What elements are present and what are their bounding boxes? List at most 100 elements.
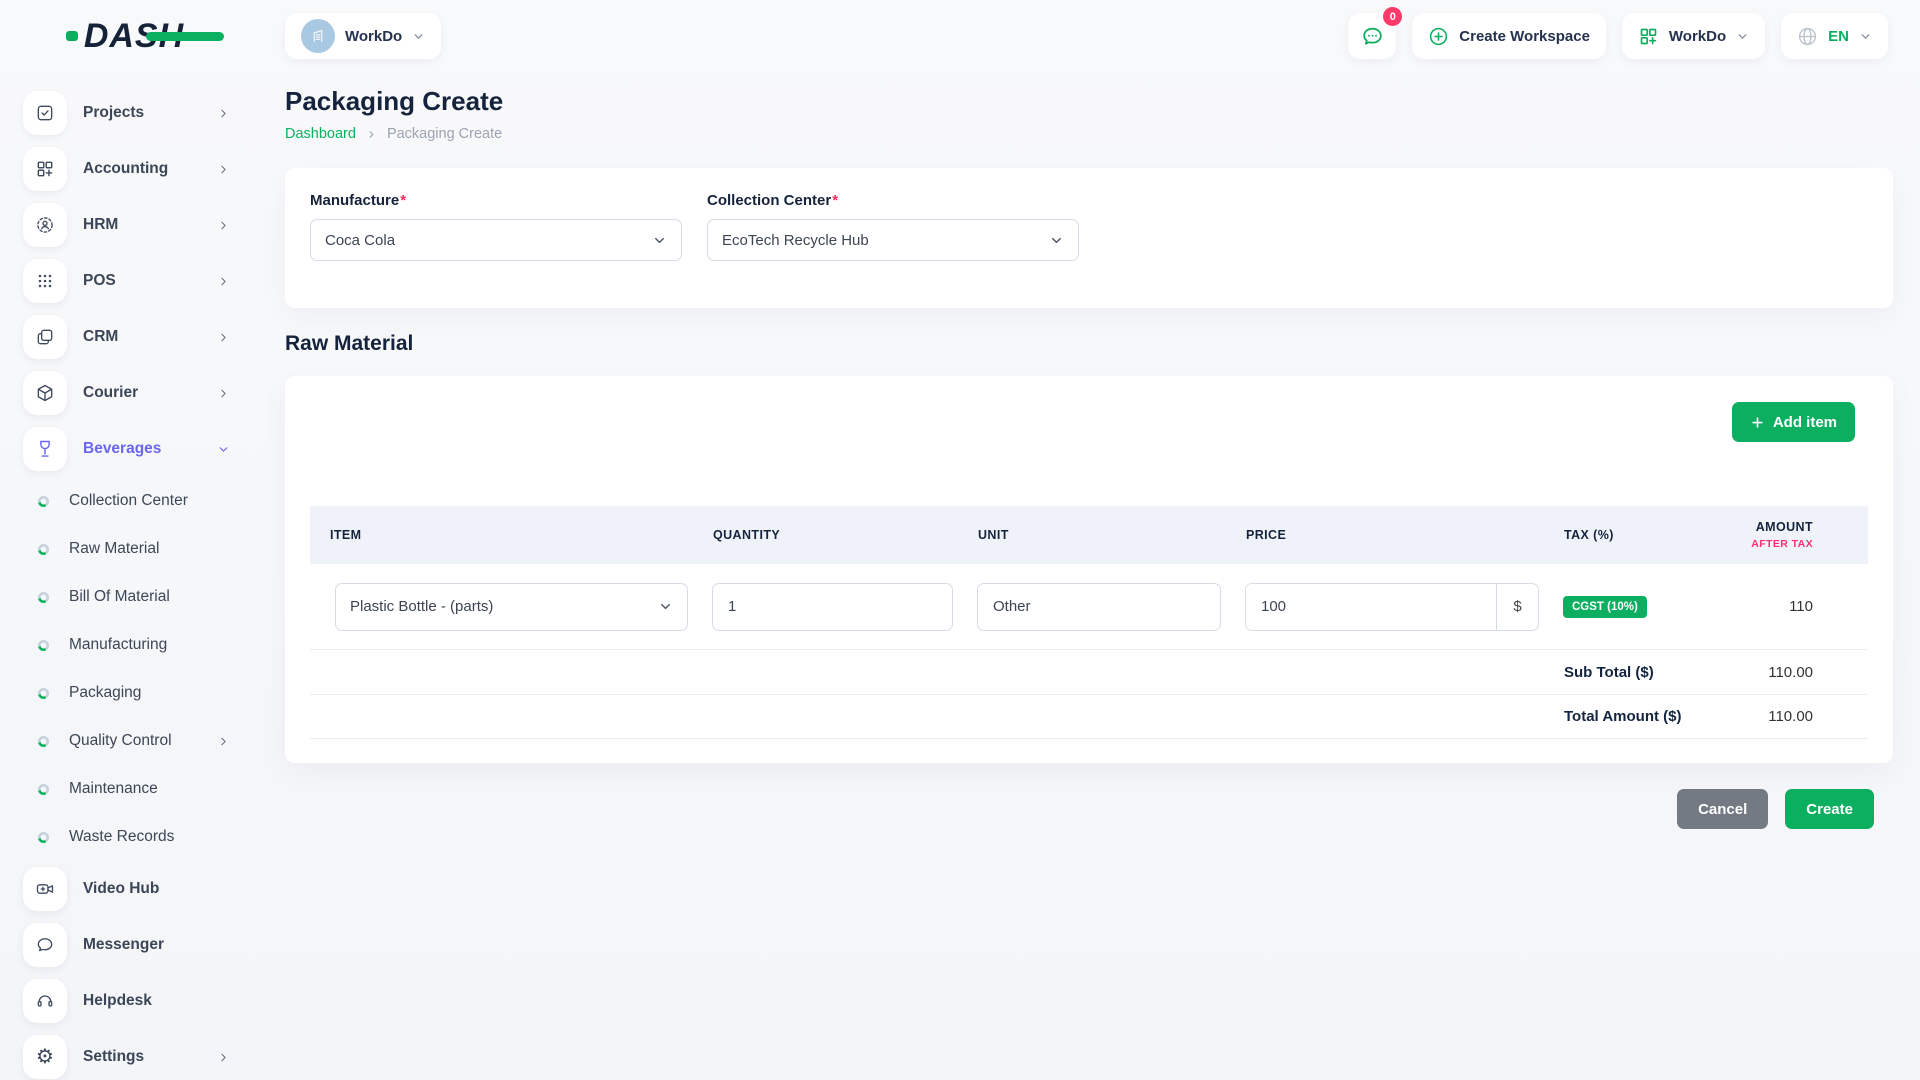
grid-plus-icon [1638, 26, 1659, 47]
language-code: EN [1828, 28, 1849, 45]
total-amount-value: 110.00 [1711, 708, 1868, 725]
collection-center-select[interactable]: EcoTech Recycle Hub [707, 219, 1079, 261]
workspace-switcher[interactable]: WorkDo [285, 13, 441, 59]
app-menu-button[interactable]: WorkDo [1622, 13, 1765, 59]
collection-center-field: Collection Center* EcoTech Recycle Hub [707, 192, 1079, 284]
brand-logo[interactable]: DASH [0, 17, 250, 56]
accounting-tile [23, 147, 67, 191]
chevron-right-icon [217, 219, 230, 232]
accounting-icon [35, 159, 55, 179]
tax-badge: CGST (10%) [1563, 596, 1647, 618]
sidebar-subitem-maintenance[interactable]: Maintenance [0, 765, 250, 813]
globe-icon [1797, 26, 1818, 47]
sidebar-item-settings[interactable]: ⚙ Settings [0, 1029, 250, 1080]
sidebar-subitem-manufacturing[interactable]: Manufacturing [0, 621, 250, 669]
video-hub-tile [23, 867, 67, 911]
chevron-down-icon [412, 30, 425, 43]
sidebar-subitem-label: Maintenance [69, 780, 230, 798]
messages-button[interactable]: 0 [1348, 13, 1396, 59]
sidebar-subitem-bill-of-material[interactable]: Bill Of Material [0, 573, 250, 621]
logo-bar [146, 32, 224, 41]
gear-icon: ⚙ [36, 1047, 54, 1067]
collection-center-select-value: EcoTech Recycle Hub [722, 232, 1049, 249]
sidebar-item-label: Projects [83, 104, 201, 122]
building-icon [309, 27, 327, 45]
sidebar-subitem-label: Waste Records [69, 828, 230, 846]
sidebar-item-helpdesk[interactable]: Helpdesk [0, 973, 250, 1029]
helpdesk-tile [23, 979, 67, 1023]
plus-circle-icon [1428, 26, 1449, 47]
sidebar-item-label: POS [83, 272, 201, 290]
main-content: Packaging Create Dashboard Packaging Cre… [250, 72, 1920, 1080]
chevron-down-icon [217, 443, 230, 456]
required-marker: * [400, 192, 406, 209]
chevron-down-icon [1736, 30, 1749, 43]
manufacture-label: Manufacture* [310, 192, 682, 209]
sidebar-item-label: Beverages [83, 440, 201, 458]
packaging-form-card: Manufacture* Coca Cola Collection Center… [285, 168, 1893, 308]
video-camera-icon [35, 879, 55, 899]
sidebar-item-projects[interactable]: Projects [0, 85, 250, 141]
sidebar-item-video-hub[interactable]: Video Hub [0, 861, 250, 917]
sidebar-subitem-label: Packaging [69, 684, 230, 702]
manufacture-select-value: Coca Cola [325, 232, 652, 249]
sidebar-subitem-packaging[interactable]: Packaging [0, 669, 250, 717]
sidebar-item-courier[interactable]: Courier [0, 365, 250, 421]
pos-icon [35, 271, 55, 291]
chevron-down-icon [652, 233, 667, 248]
breadcrumb-current: Packaging Create [387, 126, 502, 142]
crm-icon [35, 327, 55, 347]
price-input-group: $ [1245, 583, 1539, 631]
app-menu-label: WorkDo [1669, 28, 1726, 45]
amount-value: 110 [1711, 598, 1868, 615]
hrm-icon [35, 215, 55, 235]
chevron-right-icon [217, 331, 230, 344]
sidebar-item-label: Helpdesk [83, 992, 230, 1010]
sub-total-row: Sub Total ($) 110.00 [310, 649, 1868, 694]
price-input[interactable] [1246, 584, 1496, 630]
breadcrumb-dashboard-link[interactable]: Dashboard [285, 126, 356, 142]
create-button[interactable]: Create [1785, 789, 1874, 829]
brand-logo-wrap: DASH [66, 17, 184, 56]
cancel-button[interactable]: Cancel [1677, 789, 1768, 829]
sidebar-subitem-label: Collection Center [69, 492, 230, 510]
sidebar-item-label: CRM [83, 328, 201, 346]
unit-input[interactable] [977, 583, 1221, 631]
col-header-amount: AMOUNT AFTER TAX [1711, 520, 1868, 550]
logo-dot [66, 31, 78, 41]
sidebar-item-beverages[interactable]: Beverages [0, 421, 250, 477]
sidebar-item-messenger[interactable]: Messenger [0, 917, 250, 973]
settings-tile: ⚙ [23, 1035, 67, 1079]
projects-icon [35, 103, 55, 123]
col-header-quantity: QUANTITY [700, 528, 965, 542]
col-header-price: PRICE [1233, 528, 1551, 542]
sidebar-item-label: Messenger [83, 936, 230, 954]
sidebar-subitem-waste-records[interactable]: Waste Records [0, 813, 250, 861]
sidebar-item-accounting[interactable]: Accounting [0, 141, 250, 197]
chevron-right-icon [217, 275, 230, 288]
sidebar-item-hrm[interactable]: HRM [0, 197, 250, 253]
item-select[interactable]: Plastic Bottle - (parts) [335, 583, 688, 631]
create-workspace-button[interactable]: Create Workspace [1412, 13, 1606, 59]
courier-box-icon [35, 383, 55, 403]
sidebar-item-pos[interactable]: POS [0, 253, 250, 309]
total-amount-label: Total Amount ($) [1551, 708, 1711, 725]
sidebar-item-crm[interactable]: CRM [0, 309, 250, 365]
quantity-cell [700, 583, 965, 631]
hrm-tile [23, 203, 67, 247]
crm-tile [23, 315, 67, 359]
sidebar-subitem-collection-center[interactable]: Collection Center [0, 477, 250, 525]
add-item-label: Add item [1773, 414, 1837, 431]
add-item-button[interactable]: Add item [1732, 402, 1855, 442]
manufacture-select[interactable]: Coca Cola [310, 219, 682, 261]
quantity-input[interactable] [712, 583, 953, 631]
app-root: DASH WorkDo 0 Create Workspace WorkDo [0, 0, 1920, 1080]
sub-total-label: Sub Total ($) [1551, 664, 1711, 681]
subitem-bullet-icon [38, 688, 49, 699]
subitem-bullet-icon [38, 544, 49, 555]
topbar: DASH WorkDo 0 Create Workspace WorkDo [0, 0, 1920, 72]
col-header-after-tax: AFTER TAX [1724, 538, 1813, 550]
language-selector[interactable]: EN [1781, 13, 1888, 59]
sidebar-subitem-quality-control[interactable]: Quality Control [0, 717, 250, 765]
sidebar-subitem-raw-material[interactable]: Raw Material [0, 525, 250, 573]
